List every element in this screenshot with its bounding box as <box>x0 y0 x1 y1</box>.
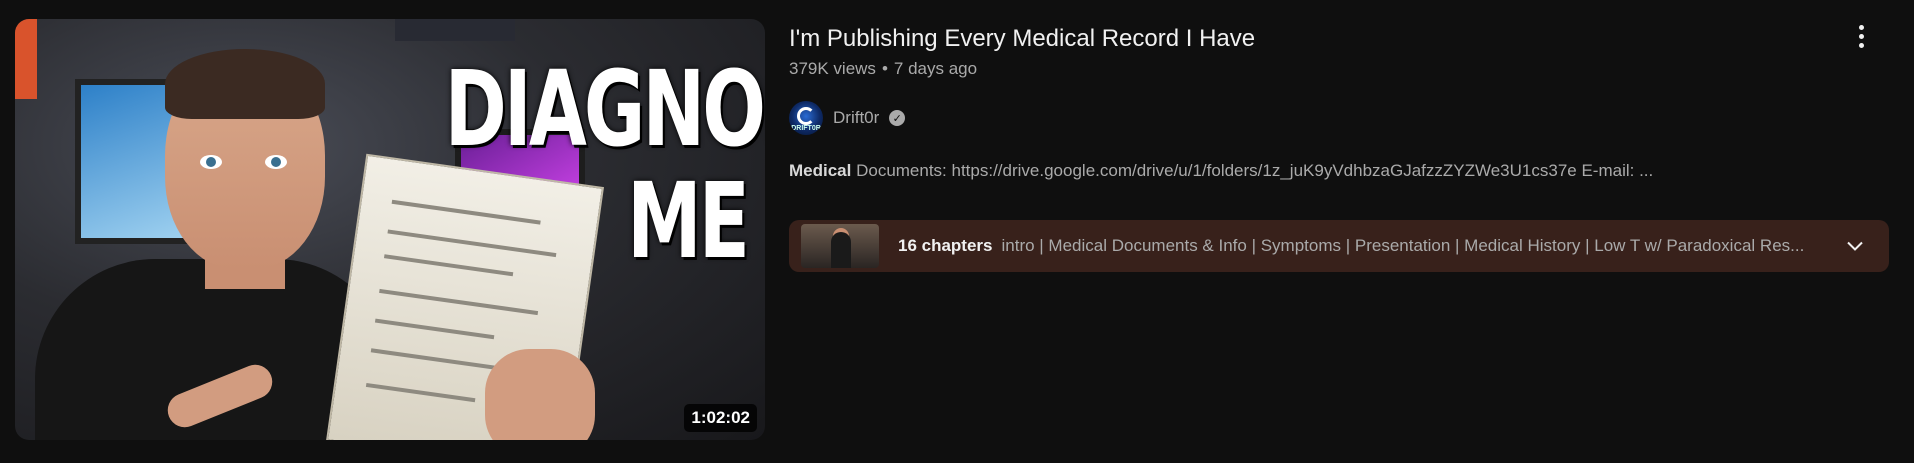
duration-badge: 1:02:02 <box>684 404 757 432</box>
video-result: DIAGNOSE ME 1:02:02 I'm Publishing Every… <box>0 0 1914 463</box>
chapter-thumbnail <box>801 224 879 268</box>
chapters-expander[interactable]: 16 chapters intro | Medical Documents & … <box>789 220 1889 272</box>
thumbnail-text-line2: ME <box>627 160 750 282</box>
thumbnail-text-line1: DIAGNOSE <box>444 48 765 170</box>
thumbnail-hand <box>485 349 595 440</box>
chevron-down-icon[interactable] <box>1843 234 1867 258</box>
description-highlight: Medical <box>789 161 852 180</box>
chapters-count: 16 chapters <box>898 236 993 255</box>
channel-avatar[interactable]: DRIFT0R <box>789 101 823 135</box>
upload-age: 7 days ago <box>893 59 978 78</box>
view-count: 379K views <box>789 59 876 78</box>
thumbnail-decor <box>15 19 37 99</box>
stats-separator: • <box>881 59 888 78</box>
video-description-snippet: Medical Documents: https://drive.google.… <box>789 161 1889 181</box>
thumbnail-eye <box>200 155 222 169</box>
more-vert-icon[interactable] <box>1845 16 1877 56</box>
check-icon: ✓ <box>889 110 906 126</box>
description-text: Documents: https://drive.google.com/driv… <box>851 161 1654 180</box>
video-stats: 379K views • 7 days ago <box>789 59 1889 79</box>
avatar-text: DRIFT0R <box>791 125 821 132</box>
video-meta: I'm Publishing Every Medical Record I Ha… <box>789 22 1889 181</box>
chapters-list: intro | Medical Documents & Info | Sympt… <box>1001 236 1805 255</box>
channel-name[interactable]: Drift0r <box>833 108 879 128</box>
video-title[interactable]: I'm Publishing Every Medical Record I Ha… <box>789 22 1889 56</box>
thumbnail-eye <box>265 155 287 169</box>
video-thumbnail[interactable]: DIAGNOSE ME 1:02:02 <box>15 19 765 440</box>
thumbnail-person-hair <box>165 49 325 119</box>
thumbnail-decor <box>395 19 515 41</box>
avatar-logo <box>797 107 815 125</box>
channel-row: DRIFT0R Drift0r ✓ <box>789 101 1889 135</box>
